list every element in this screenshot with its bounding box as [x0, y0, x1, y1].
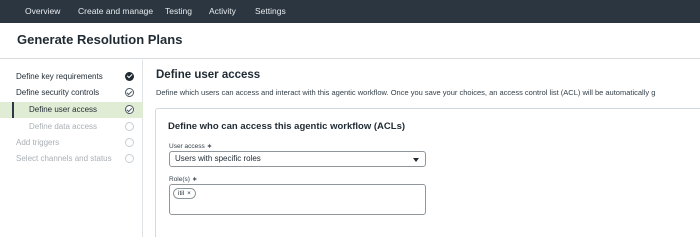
step-label: Define key requirements [16, 72, 103, 81]
section-description: Define which users can access and intera… [156, 88, 656, 97]
step-add-triggers: Add triggers [0, 135, 143, 151]
steps-sidebar: Define key requirements Define security … [0, 60, 143, 237]
step-label: Add triggers [16, 138, 60, 147]
nav-item-settings[interactable]: Settings [255, 0, 286, 23]
nav-item-overview[interactable]: Overview [25, 0, 60, 23]
step-label: Define data access [29, 122, 98, 131]
step-not-started-icon [125, 154, 134, 163]
step-label: Define user access [29, 105, 98, 114]
step-in-progress-icon [125, 105, 134, 114]
roles-label: Role(s) ∗ [169, 176, 198, 183]
roles-input[interactable]: itil × [169, 184, 426, 215]
card-title: Define who can access this agentic workf… [168, 121, 406, 132]
step-define-user-access[interactable]: Define user access [0, 102, 143, 118]
required-marker: ∗ [191, 176, 198, 183]
chevron-down-icon [413, 158, 419, 162]
step-label: Define security controls [16, 88, 100, 97]
close-icon[interactable]: × [187, 190, 191, 197]
step-select-channels-and-status: Select channels and status [0, 151, 143, 167]
user-access-select[interactable]: Users with specific roles [169, 151, 426, 167]
step-define-data-access: Define data access [0, 119, 143, 135]
step-not-started-icon [125, 122, 134, 131]
step-not-started-icon [125, 138, 134, 147]
role-chip-label: itil [178, 190, 185, 197]
page-header: Generate Resolution Plans [0, 23, 700, 59]
nav-item-activity[interactable]: Activity [209, 0, 236, 23]
step-complete-icon [125, 72, 134, 81]
step-label: Select channels and status [16, 154, 112, 163]
acl-card: Define who can access this agentic workf… [155, 108, 700, 237]
step-define-key-requirements[interactable]: Define key requirements [0, 69, 143, 85]
step-in-progress-icon [125, 88, 134, 97]
role-chip[interactable]: itil × [173, 188, 196, 199]
nav-item-testing[interactable]: Testing [165, 0, 192, 23]
user-access-value: Users with specific roles [175, 154, 261, 163]
required-marker: ∗ [206, 143, 213, 150]
nav-item-create-and-manage[interactable]: Create and manage [78, 0, 153, 23]
page-title: Generate Resolution Plans [17, 32, 183, 47]
top-navigation-bar: Overview Create and manage Testing Activ… [0, 0, 700, 23]
user-access-label: User access ∗ [169, 143, 213, 150]
section-title: Define user access [156, 69, 261, 81]
step-define-security-controls[interactable]: Define security controls [0, 85, 143, 101]
